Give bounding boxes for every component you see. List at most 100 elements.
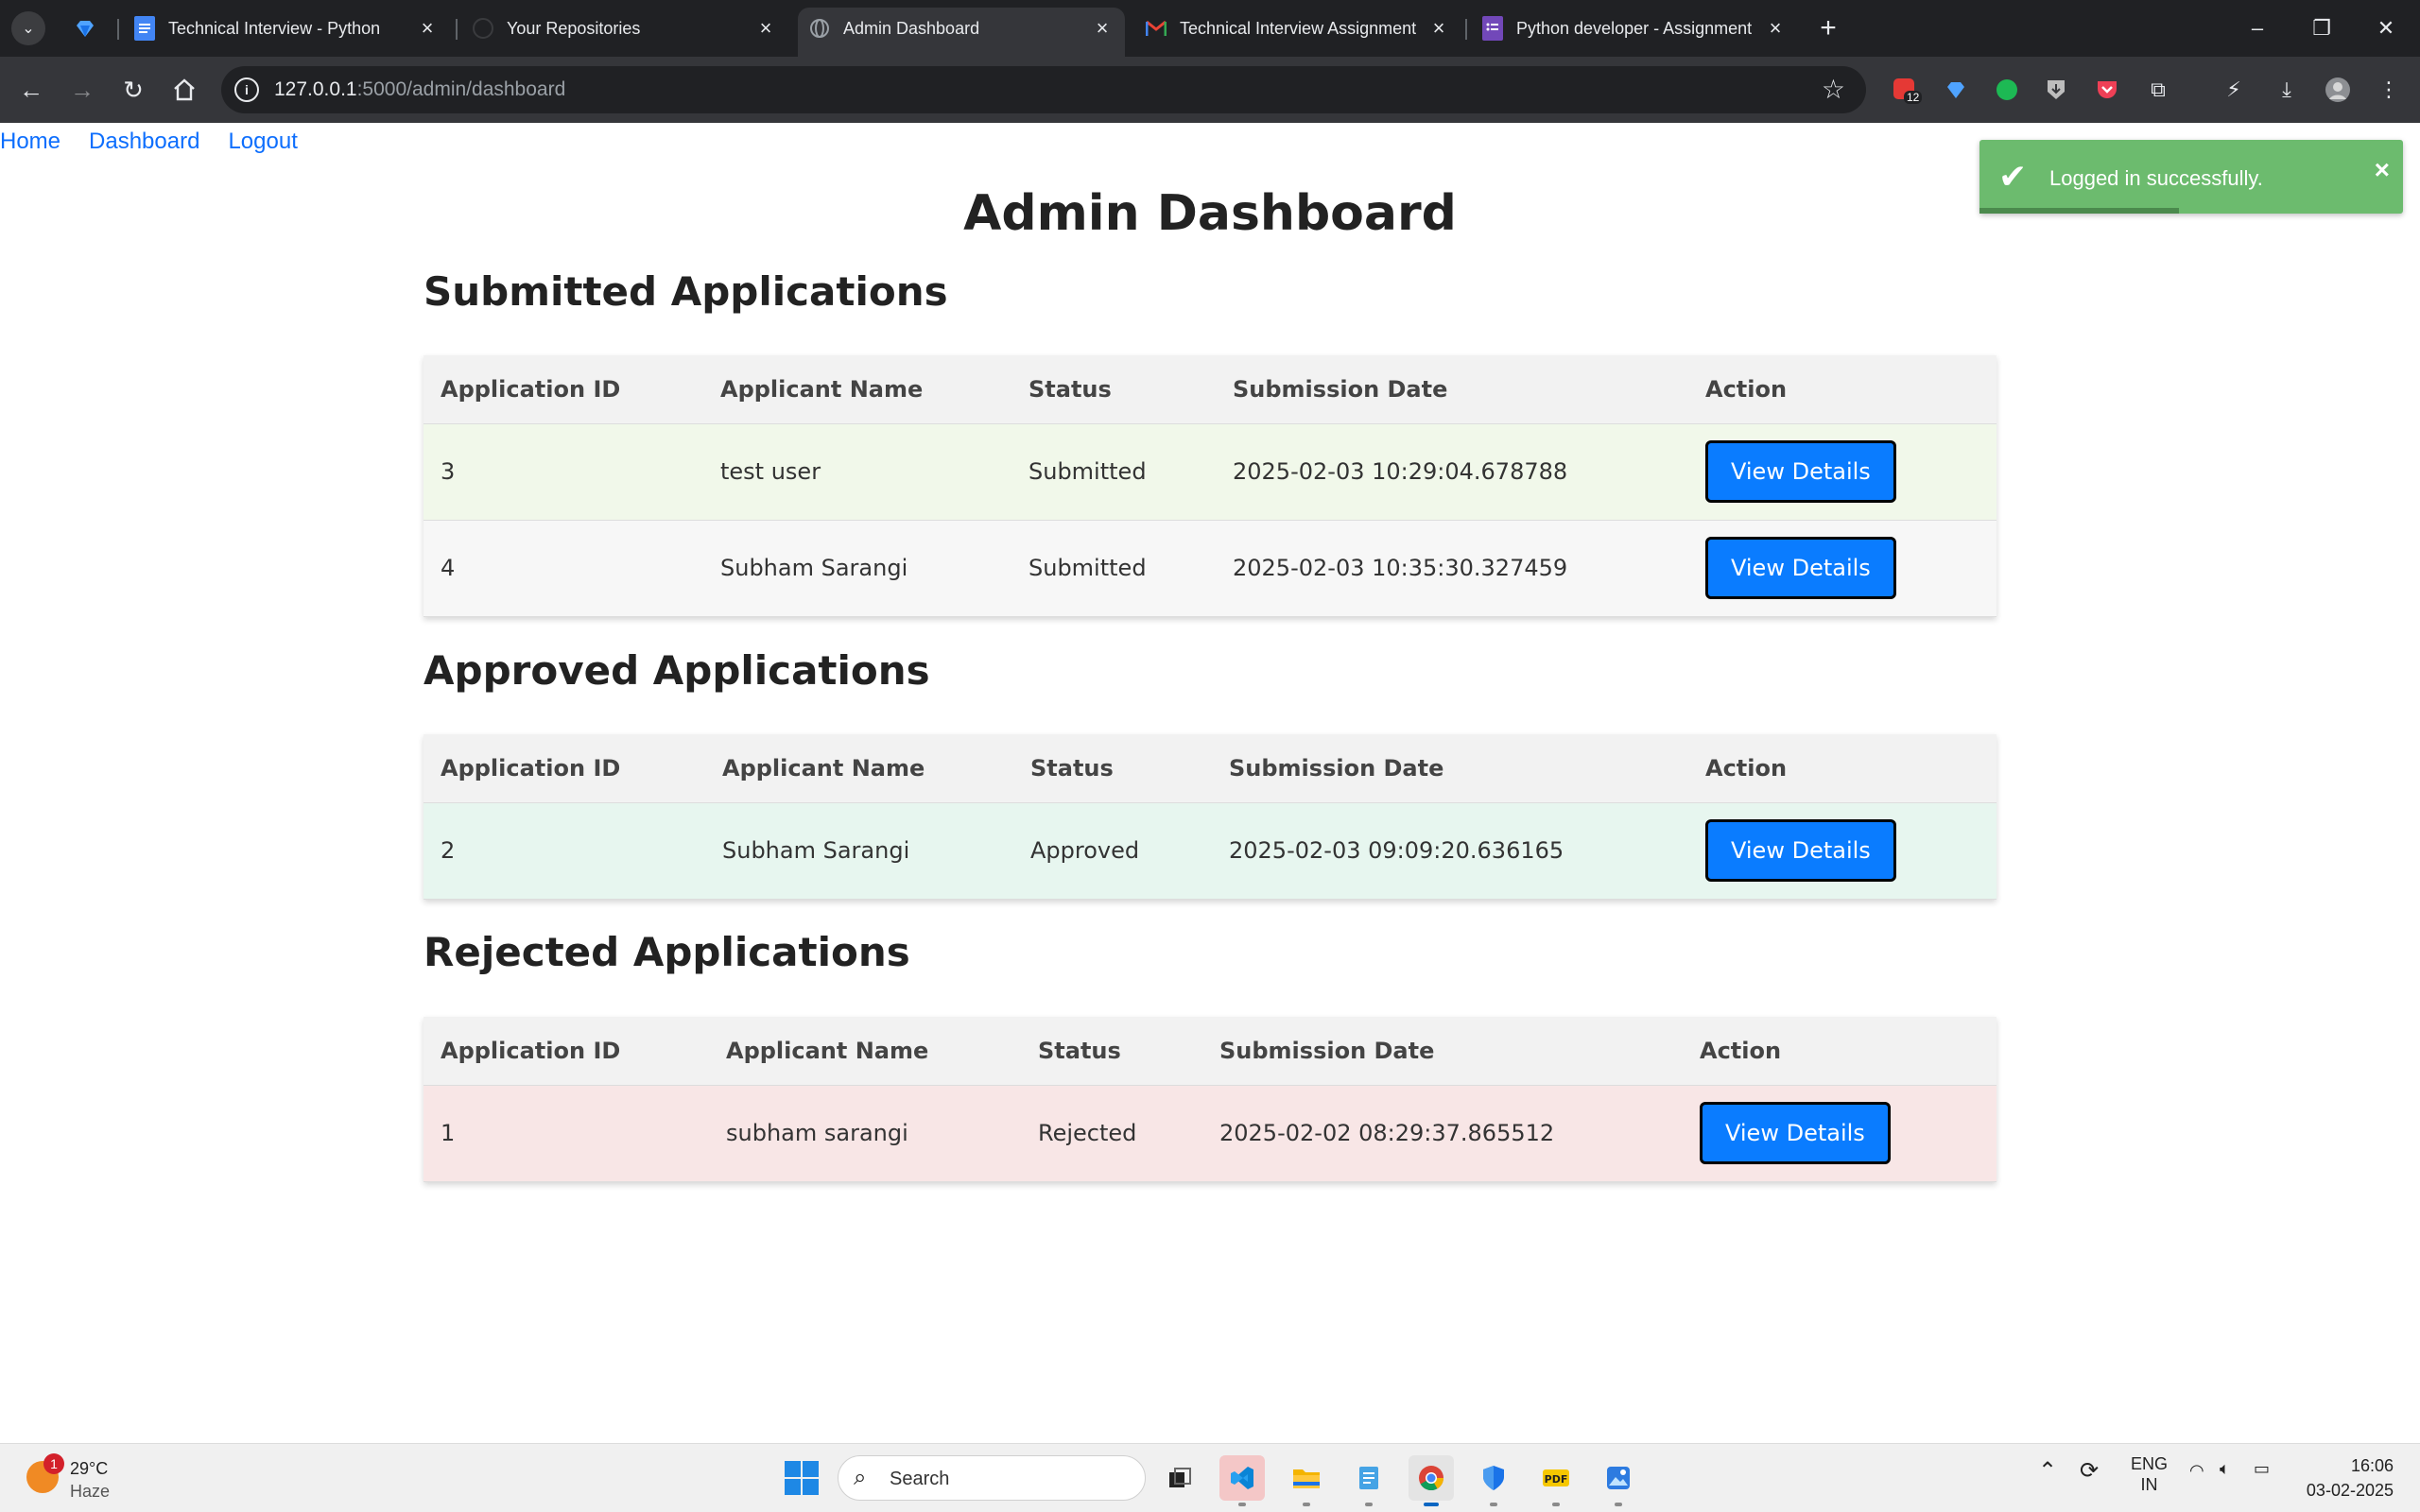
forward-button[interactable]: → [64, 72, 100, 108]
sync-icon[interactable]: ⟳ [2080, 1457, 2099, 1485]
status-text: Submitted [1011, 520, 1216, 617]
show-hidden-icons-chevron-icon[interactable]: ⌃ [2038, 1457, 2057, 1485]
tab-technical-interview-assignment[interactable]: Technical Interview Assignment × [1134, 9, 1461, 47]
extension-gem-button[interactable] [1942, 76, 1970, 104]
home-icon [174, 78, 195, 101]
reload-button[interactable]: ↻ [115, 72, 151, 108]
close-icon[interactable]: × [754, 16, 777, 41]
toast-close-button[interactable]: × [2375, 155, 2390, 185]
column-header: Action [1683, 1017, 1996, 1086]
extension-download-button[interactable] [2042, 76, 2070, 104]
rejected-applications-table: Application ID Applicant Name Status Sub… [424, 1017, 1996, 1182]
profile-button[interactable] [2324, 76, 2352, 104]
browser-menu-button[interactable]: ⋮ [2375, 76, 2403, 104]
taskbar-pdf-reader[interactable]: PDF [1533, 1455, 1579, 1506]
battery-icon[interactable]: ▭ [2254, 1459, 2270, 1479]
download-icon: ⤓ [2282, 77, 2291, 101]
bookmark-star-icon[interactable]: ☆ [1822, 74, 1845, 105]
nav-link-home[interactable]: Home [0, 129, 60, 155]
running-indicator [1238, 1503, 1246, 1506]
language-code: ENG [2131, 1454, 2169, 1473]
running-indicator [1424, 1503, 1439, 1506]
action-cell: View Details [1688, 802, 1996, 900]
view-details-button[interactable]: View Details [1705, 819, 1896, 882]
chevron-down-icon: ⌄ [22, 21, 35, 37]
column-header: Applicant Name [703, 355, 1011, 424]
close-window-button[interactable]: ✕ [2367, 11, 2405, 45]
applicant-name: Subham Sarangi [705, 802, 1013, 900]
pinned-tab[interactable] [64, 11, 106, 45]
shield-download-icon [2048, 80, 2065, 99]
view-details-button[interactable]: View Details [1705, 440, 1896, 503]
close-icon: ✕ [2377, 16, 2395, 40]
submission-date: 2025-02-03 10:29:04.678788 [1216, 423, 1688, 521]
running-indicator [1303, 1503, 1310, 1506]
tab-technical-interview-python[interactable]: Technical Interview - Python × [123, 9, 450, 47]
photos-icon [1607, 1467, 1630, 1489]
taskbar-task-view[interactable] [1157, 1455, 1202, 1501]
shield-icon [1483, 1466, 1504, 1490]
start-button[interactable] [785, 1461, 819, 1495]
input-language-indicator[interactable]: ENG IN [2131, 1453, 2168, 1495]
nav-link-dashboard[interactable]: Dashboard [89, 129, 199, 155]
system-clock[interactable]: 16:06 03-02-2025 [2307, 1453, 2394, 1503]
new-tab-button[interactable]: + [1811, 12, 1845, 43]
tab-title: Python developer - Assignment [1516, 18, 1753, 38]
taskbar-vscode[interactable] [1219, 1455, 1265, 1506]
browser-toolbar: ← → ↻ i 127.0.0.1:5000/admin/dashboard ☆… [0, 57, 2420, 123]
application-id: 4 [424, 520, 703, 617]
restore-button[interactable]: ❐ [2303, 11, 2341, 45]
notepad-icon [1359, 1467, 1378, 1489]
tab-title: Admin Dashboard [843, 18, 980, 38]
table-row: 4 Subham Sarangi Submitted 2025-02-03 10… [424, 520, 1996, 617]
site-info-icon[interactable]: i [234, 77, 259, 102]
applicant-name: subham sarangi [709, 1085, 1021, 1182]
taskbar-notepad[interactable] [1346, 1455, 1392, 1506]
tab-python-developer-assignment[interactable]: Python developer - Assignment × [1471, 9, 1798, 47]
close-icon[interactable]: × [416, 16, 439, 41]
taskbar-search-box[interactable]: ⌕ Search [838, 1455, 1146, 1501]
gem-icon [77, 21, 94, 37]
minimize-button[interactable]: – [2238, 11, 2276, 45]
avatar [2325, 77, 2350, 102]
address-bar[interactable]: i 127.0.0.1:5000/admin/dashboard ☆ [221, 66, 1866, 113]
tab-your-repositories[interactable]: Your Repositories × [461, 9, 788, 47]
more-vertical-icon: ⋮ [2378, 77, 2399, 101]
home-button[interactable] [166, 72, 202, 108]
back-button[interactable]: ← [13, 72, 49, 108]
rejected-heading: Rejected Applications [424, 929, 910, 975]
taskbar-file-explorer[interactable] [1284, 1455, 1329, 1506]
taskbar-chrome[interactable] [1409, 1455, 1454, 1506]
tab-search-button[interactable]: ⌄ [11, 11, 45, 45]
close-icon[interactable]: × [1427, 16, 1450, 41]
google-docs-icon [134, 16, 155, 41]
close-icon[interactable]: × [1764, 16, 1787, 41]
close-icon[interactable]: × [1091, 16, 1114, 41]
taskbar-photos[interactable] [1596, 1455, 1641, 1506]
weather-temperature: 29°C [70, 1459, 109, 1478]
wifi-icon[interactable]: ◠ [2189, 1461, 2204, 1481]
url-text[interactable]: 127.0.0.1:5000/admin/dashboard [274, 78, 565, 101]
extension-todo-button[interactable]: 12 [1891, 76, 1923, 104]
view-details-button[interactable]: View Details [1705, 537, 1896, 599]
downloads-button[interactable]: ⤓ [2273, 76, 2301, 104]
view-details-button[interactable]: View Details [1700, 1102, 1891, 1164]
performance-button[interactable]: ⚡ [2220, 76, 2248, 104]
page-content: Home Dashboard Logout Admin Dashboard Su… [0, 123, 2420, 1443]
submission-date: 2025-02-03 09:09:20.636165 [1212, 802, 1688, 900]
taskbar-defender[interactable] [1471, 1455, 1516, 1506]
extensions-menu-button[interactable]: ⧉ [2144, 76, 2172, 104]
nav-link-logout[interactable]: Logout [228, 129, 297, 155]
reload-icon: ↻ [123, 75, 144, 104]
toast-progress-bar [1979, 208, 2179, 214]
pocket-icon [2098, 81, 2117, 98]
github-icon [473, 18, 493, 39]
arrow-left-icon: ← [19, 75, 43, 104]
tab-admin-dashboard[interactable]: Admin Dashboard × [798, 8, 1125, 57]
extension-pocket-button[interactable] [2093, 76, 2121, 104]
performance-icon: ⚡ [2226, 77, 2241, 101]
folder-icon [1293, 1469, 1320, 1488]
volume-icon[interactable]: 🔈︎ [2220, 1459, 2230, 1479]
extension-green-button[interactable] [1993, 76, 2021, 104]
weather-widget[interactable]: 1 29°C Haze [26, 1453, 140, 1504]
